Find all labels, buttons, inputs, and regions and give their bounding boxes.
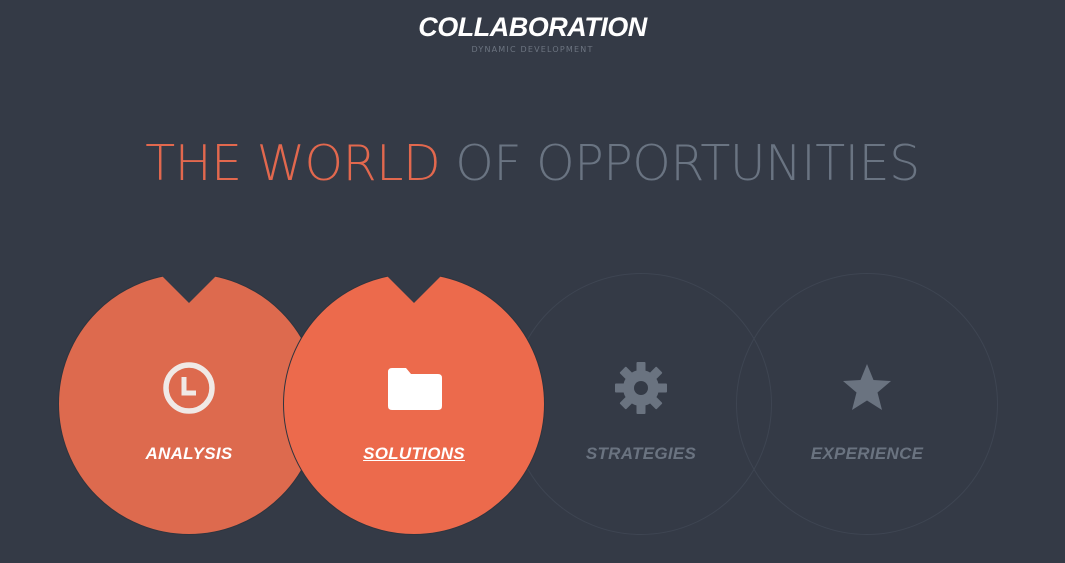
page: COLLABORATION DYNAMIC DEVELOPMENT THE WO… (0, 0, 1065, 563)
gear-icon (611, 358, 671, 418)
feature-analysis[interactable]: ANALYSIS (58, 273, 320, 535)
feature-label: ANALYSIS (145, 444, 233, 463)
clock-icon (159, 358, 219, 418)
folder-icon (384, 358, 444, 418)
circle-notch (384, 273, 444, 303)
feature-solutions[interactable]: SOLUTIONS (283, 273, 545, 535)
star-icon (837, 358, 897, 418)
feature-experience[interactable]: EXPERIENCE (736, 273, 998, 535)
circle-notch (159, 273, 219, 303)
feature-circles: EXPERIENCE STRATEGIES ANALYSIS SOLUTIONS (0, 0, 1065, 563)
feature-label: SOLUTIONS (363, 444, 465, 463)
feature-label: EXPERIENCE (810, 444, 924, 463)
feature-strategies[interactable]: STRATEGIES (510, 273, 772, 535)
feature-label: STRATEGIES (585, 444, 697, 463)
